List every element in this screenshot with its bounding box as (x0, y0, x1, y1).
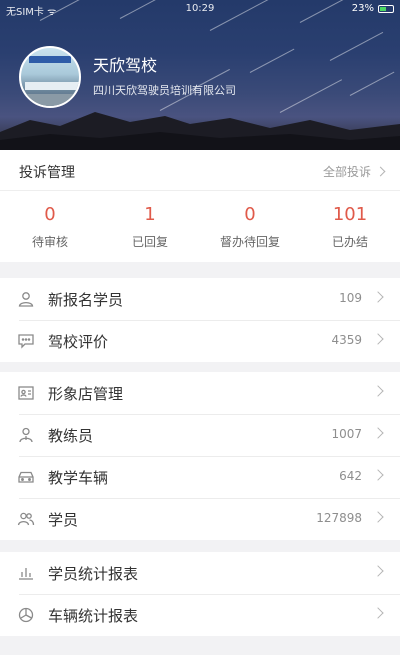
menu-item-label: 学员统计报表 (48, 565, 139, 583)
stat-value: 0 (44, 204, 56, 225)
stat-value: 101 (332, 204, 368, 225)
company-name: 四川天欣驾驶员培训有限公司 (93, 84, 236, 97)
menu-item-count: 109 (339, 291, 362, 305)
stat-value: 0 (244, 204, 256, 225)
menu-item-count: 4359 (331, 333, 362, 347)
menu-item-label: 学员 (48, 511, 79, 529)
menu-group-students: 新报名学员 109 驾校评价 4359 (0, 278, 400, 362)
stat-supervised-pending[interactable]: 0 督办待回复 (200, 204, 300, 250)
chevron-right-icon (372, 291, 384, 303)
school-avatar[interactable] (19, 46, 81, 108)
menu-item-label: 教学车辆 (48, 469, 109, 487)
menu-item-teaching-vehicles[interactable]: 教学车辆 642 (0, 456, 400, 498)
new-student-icon (17, 290, 35, 308)
chevron-right-icon (372, 469, 384, 481)
chevron-right-icon (372, 427, 384, 439)
clock: 10:29 (185, 3, 215, 14)
chevron-right-icon (372, 607, 384, 619)
chevron-right-icon (372, 333, 384, 345)
stat-label: 督办待回复 (219, 235, 280, 249)
menu-item-new-students[interactable]: 新报名学员 109 (0, 278, 400, 320)
stat-pending-review[interactable]: 0 待审核 (0, 204, 100, 250)
students-icon (17, 510, 35, 528)
school-header: 无SIM卡 ᯤ 10:29 23% 天欣驾校 四川天欣驾驶员培训有限公司 (0, 0, 400, 150)
menu-item-vehicle-report[interactable]: 车辆统计报表 (0, 594, 400, 636)
comment-icon (17, 332, 35, 350)
menu-item-label: 车辆统计报表 (48, 607, 139, 625)
battery-percent: 23% (351, 3, 374, 14)
menu-item-store-management[interactable]: 形象店管理 (0, 372, 400, 414)
status-bar: 无SIM卡 ᯤ 10:29 23% (0, 0, 400, 18)
menu-item-count: 127898 (316, 511, 362, 525)
chevron-right-icon (372, 511, 384, 523)
stat-label: 已回复 (131, 235, 168, 249)
battery-icon (378, 4, 394, 13)
menu-item-school-reviews[interactable]: 驾校评价 4359 (0, 320, 400, 362)
menu-item-count: 1007 (331, 427, 362, 441)
menu-item-coaches[interactable]: 教练员 1007 (0, 414, 400, 456)
chevron-right-icon (372, 385, 384, 397)
menu-item-label: 形象店管理 (48, 385, 124, 403)
all-complaints-link[interactable]: 全部投诉 (322, 163, 386, 180)
store-card-icon (17, 384, 35, 402)
complaint-title: 投诉管理 (19, 165, 75, 181)
menu-item-label: 新报名学员 (48, 291, 124, 309)
coach-icon (17, 426, 35, 444)
pie-chart-icon (17, 606, 35, 624)
all-complaints-label: 全部投诉 (322, 165, 371, 179)
stat-closed[interactable]: 101 已办结 (300, 204, 400, 250)
menu-group-management: 形象店管理 教练员 1007 教学车辆 642 学员 127898 (0, 372, 400, 540)
school-name: 天欣驾校 (93, 56, 158, 75)
complaint-panel: 投诉管理 全部投诉 0 待审核 1 已回复 0 督办待回复 101 已办结 (0, 150, 400, 262)
menu-item-label: 教练员 (48, 427, 94, 445)
bar-chart-icon (17, 564, 35, 582)
stat-replied[interactable]: 1 已回复 (100, 204, 200, 250)
stat-value: 1 (144, 204, 156, 225)
car-icon (17, 468, 35, 486)
menu-item-count: 642 (339, 469, 362, 483)
stat-label: 已办结 (331, 235, 368, 249)
menu-item-student-report[interactable]: 学员统计报表 (0, 552, 400, 594)
menu-item-students[interactable]: 学员 127898 (0, 498, 400, 540)
chevron-right-icon (372, 565, 384, 577)
chevron-right-icon (375, 166, 386, 177)
divider (0, 190, 400, 191)
menu-group-reports: 学员统计报表 车辆统计报表 (0, 552, 400, 636)
stat-label: 待审核 (31, 235, 68, 249)
menu-item-label: 驾校评价 (48, 333, 109, 351)
